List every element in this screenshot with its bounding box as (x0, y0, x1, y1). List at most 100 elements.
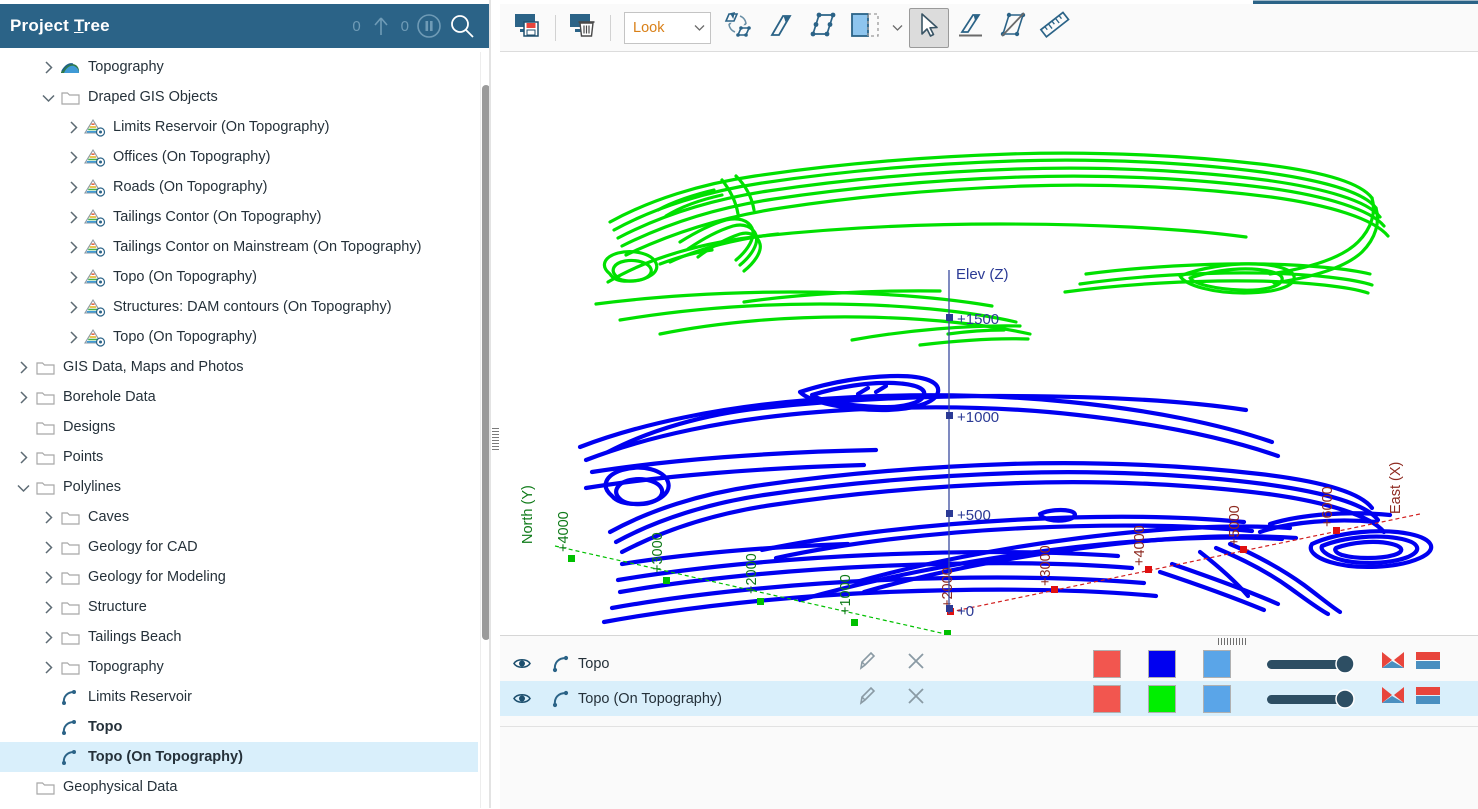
tree-item-geology-for-modeling[interactable]: Geology for Modeling (0, 562, 478, 592)
tree-item-tailings-contor-on-topography[interactable]: Tailings Contor (On Topography) (0, 202, 478, 232)
swatch-line-color-1[interactable] (1093, 649, 1121, 678)
pencil-icon[interactable] (855, 684, 879, 713)
chevron-right-icon[interactable] (62, 176, 84, 198)
swatch-line-color-1[interactable] (1093, 684, 1121, 713)
tree-item-tailings-beach[interactable]: Tailings Beach (0, 622, 478, 652)
chevron-right-icon[interactable] (37, 656, 59, 678)
shape-list-row[interactable]: Topo (On Topography) (500, 681, 1478, 716)
shape-list-row[interactable]: Topo (500, 646, 1478, 681)
save-scene-view-button[interactable] (508, 8, 548, 48)
tree-item-topography[interactable]: Topography (0, 52, 478, 82)
edit-polyline-nodes-button[interactable] (803, 8, 843, 48)
chevron-right-icon[interactable] (12, 446, 34, 468)
chevron-right-icon[interactable] (62, 266, 84, 288)
tree-item-offices-on-topography[interactable]: Offices (On Topography) (0, 142, 478, 172)
tree-item-geology-for-cad[interactable]: Geology for CAD (0, 532, 478, 562)
chevron-right-icon[interactable] (12, 386, 34, 408)
chevron-right-icon[interactable] (37, 596, 59, 618)
folder-icon (34, 386, 56, 408)
chevron-right-icon[interactable] (62, 296, 84, 318)
tree-item-geophysical-data[interactable]: Geophysical Data (0, 772, 478, 802)
chevron-down-icon[interactable] (37, 86, 59, 108)
color-scheme-bands-icon[interactable] (1415, 685, 1441, 712)
swatch-line-color-2[interactable] (1148, 684, 1176, 713)
folder-icon (59, 506, 81, 528)
draw-polyline-button[interactable] (761, 8, 801, 48)
swatch-line-color-2[interactable] (1148, 649, 1176, 678)
tree-item-polylines[interactable]: Polylines (0, 472, 478, 502)
drawing-plane-button[interactable] (845, 8, 885, 48)
tree-item-tailings-contor-on-mainstream-on-topography[interactable]: Tailings Contor on Mainstream (On Topogr… (0, 232, 478, 262)
tree-item-topo-on-topography[interactable]: Topo (On Topography) (0, 262, 478, 292)
look-dropdown-label: Look (633, 19, 665, 36)
chevron-down-icon[interactable] (12, 476, 34, 498)
drawing-plane-dropdown[interactable] (887, 8, 907, 48)
color-scheme-flip-icon[interactable] (1380, 650, 1406, 677)
chevron-right-icon[interactable] (62, 326, 84, 348)
tree-item-label: Topo (On Topography) (113, 329, 258, 345)
tree-item-topo[interactable]: Topo (0, 712, 478, 742)
chevron-right-icon[interactable] (37, 626, 59, 648)
visibility-toggle[interactable] (500, 691, 544, 706)
chevron-right-icon[interactable] (62, 146, 84, 168)
drawing-plane-icon (849, 10, 881, 45)
upload-icon[interactable] (366, 11, 396, 41)
tree-item-topography[interactable]: Topography (0, 652, 478, 682)
axis-y-tick-4000: +4000 (556, 511, 572, 552)
pencil-icon[interactable] (855, 649, 879, 678)
tree-item-gis-data-maps-and-photos[interactable]: GIS Data, Maps and Photos (0, 352, 478, 382)
tree-item-roads-on-topography[interactable]: Roads (On Topography) (0, 172, 478, 202)
select-arrow-button[interactable] (909, 7, 949, 48)
opacity-slider[interactable] (1265, 651, 1360, 677)
tree-item-borehole-data[interactable]: Borehole Data (0, 382, 478, 412)
color-scheme-flip-icon[interactable] (1380, 685, 1406, 712)
pause-icon[interactable] (414, 11, 444, 41)
axis-z-label: Elev (Z) (956, 266, 1009, 283)
swatch-line-color-3[interactable] (1203, 684, 1231, 713)
look-dropdown[interactable]: Look (624, 11, 711, 44)
chevron-down-icon (892, 19, 903, 37)
measure-ruler-button[interactable] (1035, 8, 1075, 48)
opacity-slider[interactable] (1265, 686, 1360, 712)
axis-z-tick-1000: +1000 (957, 409, 999, 426)
tree-item-topo-on-topography[interactable]: Topo (On Topography) (0, 322, 478, 352)
tree-item-caves[interactable]: Caves (0, 502, 478, 532)
tree-item-limits-reservoir[interactable]: Limits Reservoir (0, 682, 478, 712)
visibility-toggle[interactable] (500, 656, 544, 671)
edit-polyline-nodes-icon (808, 10, 838, 45)
close-icon[interactable] (905, 650, 927, 677)
folder-icon (34, 416, 56, 438)
chevron-right-icon[interactable] (62, 206, 84, 228)
delete-scene-view-button[interactable] (563, 8, 603, 48)
folder-icon (59, 656, 81, 678)
shape-list-resize-grip[interactable] (1218, 638, 1246, 645)
tree-item-label: Tailings Contor (On Topography) (113, 209, 322, 225)
tree-item-designs[interactable]: Designs (0, 412, 478, 442)
chevron-right-icon[interactable] (37, 566, 59, 588)
reshape-polyline-button[interactable] (719, 8, 759, 48)
tree-item-draped-gis-objects[interactable]: Draped GIS Objects (0, 82, 478, 112)
slice-polyline-button[interactable] (993, 8, 1033, 48)
chevron-right-icon[interactable] (12, 356, 34, 378)
draw-on-surface-button[interactable] (951, 8, 991, 48)
scene-3d-viewport[interactable]: North (Y) +4000 +3000 +2000 +1000 +2000 … (500, 52, 1478, 635)
shape-list-bottom-divider (500, 726, 1478, 727)
tree-item-structure[interactable]: Structure (0, 592, 478, 622)
tree-item-label: Tailings Contor on Mainstream (On Topogr… (113, 239, 422, 255)
tree-item-topo-on-topography[interactable]: Topo (On Topography) (0, 742, 478, 772)
chevron-right-icon[interactable] (62, 116, 84, 138)
close-icon[interactable] (905, 685, 927, 712)
chevron-right-icon[interactable] (37, 56, 59, 78)
tree-item-structures-dam-contours-on-topography[interactable]: Structures: DAM contours (On Topography) (0, 292, 478, 322)
chevron-right-icon[interactable] (37, 506, 59, 528)
tree-item-points[interactable]: Points (0, 442, 478, 472)
chevron-right-icon[interactable] (37, 536, 59, 558)
horizontal-splitter-handle[interactable] (492, 428, 499, 450)
swatch-line-color-3[interactable] (1203, 649, 1231, 678)
search-icon[interactable] (447, 11, 477, 41)
tree-item-limits-reservoir-on-topography[interactable]: Limits Reservoir (On Topography) (0, 112, 478, 142)
chevron-right-icon[interactable] (62, 236, 84, 258)
draw-polyline-icon (766, 10, 796, 45)
project-tree-list[interactable]: Topography Draped GIS Objects Limits Reser… (0, 52, 478, 808)
color-scheme-bands-icon[interactable] (1415, 650, 1441, 677)
